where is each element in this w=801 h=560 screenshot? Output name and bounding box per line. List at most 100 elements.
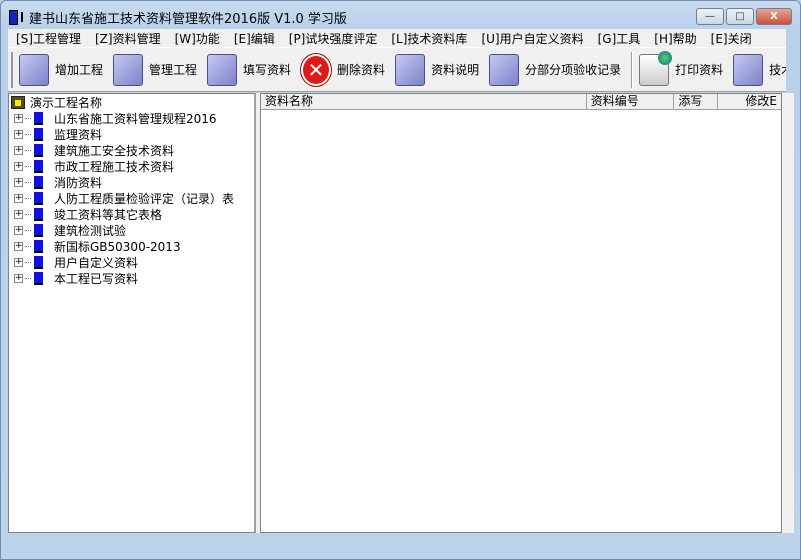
project-tree[interactable]: 演示工程名称 + 山东省施工资料管理规程2016 + 监理资料 + 建筑施工安全技术资料 +… xyxy=(8,93,256,533)
book-icon xyxy=(34,223,43,237)
tree-connector xyxy=(25,261,31,263)
button-label: 分部分项验收记录 xyxy=(525,63,622,77)
book-icon xyxy=(34,143,43,157)
tree-root-label: 演示工程名称 xyxy=(30,95,103,110)
expand-icon[interactable]: + xyxy=(14,273,23,283)
button-label: 技术资 xyxy=(769,63,786,77)
book-icon xyxy=(34,127,43,141)
tree-node[interactable]: + 用户自定义资料 xyxy=(9,254,254,270)
menu-functions[interactable]: [W]功能 xyxy=(167,30,226,47)
expand-icon[interactable]: + xyxy=(14,225,23,235)
tree-node-label: 市政工程施工技术资料 xyxy=(54,159,175,174)
column-header-modified[interactable]: 修改E xyxy=(718,94,781,109)
expand-icon[interactable]: + xyxy=(14,129,23,139)
tree-connector xyxy=(25,197,31,199)
tree-node-label: 山东省施工资料管理规程2016 xyxy=(54,111,217,126)
tree-node-label: 用户自定义资料 xyxy=(54,255,139,270)
project-icon xyxy=(11,95,25,109)
document-info-button[interactable]: 资料说明 xyxy=(395,53,479,86)
tree-node-label: 本工程已写资料 xyxy=(54,271,139,286)
manage-project-button[interactable]: 管理工程 xyxy=(113,53,198,86)
tree-connector xyxy=(25,133,31,135)
tree-node[interactable]: + 山东省施工资料管理规程2016 xyxy=(9,110,254,126)
book-icon xyxy=(34,111,43,125)
tree-connector xyxy=(25,245,31,247)
document-list[interactable]: 资料名称 资料编号 添写 修改E xyxy=(260,93,782,533)
button-label: 打印资料 xyxy=(675,63,724,77)
menu-close[interactable]: [E]关闭 xyxy=(703,30,758,47)
tree-connector xyxy=(25,181,31,183)
expand-icon[interactable]: + xyxy=(14,257,23,267)
title-bar: 建书山东省施工技术资料管理软件2016版 V1.0 学习版 xyxy=(9,7,347,27)
edit-document-icon xyxy=(207,53,238,86)
tree-node[interactable]: + 新国标GB50300-2013 xyxy=(9,238,254,254)
tree-node[interactable]: + 人防工程质量检验评定（记录）表 xyxy=(9,190,254,206)
button-label: 增加工程 xyxy=(55,63,104,77)
add-project-icon xyxy=(19,53,49,86)
expand-icon[interactable]: + xyxy=(14,161,23,171)
tree-node[interactable]: + 建筑施工安全技术资料 xyxy=(9,142,254,158)
expand-icon[interactable]: + xyxy=(14,113,23,123)
delete-document-button[interactable]: ✕ 删除资料 xyxy=(301,53,386,86)
book-icon xyxy=(34,207,43,221)
tree-connector xyxy=(25,213,31,215)
tree-node-label: 新国标GB50300-2013 xyxy=(54,239,181,254)
button-label: 删除资料 xyxy=(337,63,386,77)
expand-icon[interactable]: + xyxy=(14,209,23,219)
book-icon xyxy=(34,239,43,253)
tree-node[interactable]: + 监理资料 xyxy=(9,126,254,142)
list-header: 资料名称 资料编号 添写 修改E xyxy=(261,94,781,110)
menu-documents[interactable]: [Z]资料管理 xyxy=(87,30,167,47)
tree-node-label: 监理资料 xyxy=(54,127,103,142)
expand-icon[interactable]: + xyxy=(14,145,23,155)
toolbar-separator xyxy=(631,51,634,88)
acceptance-record-button[interactable]: 分部分项验收记录 xyxy=(489,53,622,86)
menu-project[interactable]: [S]工程管理 xyxy=(8,30,87,47)
menu-edit[interactable]: [E]编辑 xyxy=(226,30,281,47)
tech-library-icon xyxy=(733,53,764,86)
vertical-scrollbar[interactable] xyxy=(782,93,794,533)
expand-icon[interactable]: + xyxy=(14,241,23,251)
book-icon xyxy=(34,175,43,189)
tree-connector xyxy=(25,165,31,167)
tree-node[interactable]: + 市政工程施工技术资料 xyxy=(9,158,254,174)
minimize-button[interactable]: — xyxy=(696,8,724,25)
tech-library-button[interactable]: 技术资 xyxy=(733,53,786,86)
printer-icon xyxy=(639,50,673,86)
expand-icon[interactable]: + xyxy=(14,193,23,203)
tree-node[interactable]: + 本工程已写资料 xyxy=(9,270,254,286)
tree-node[interactable]: + 消防资料 xyxy=(9,174,254,190)
add-project-button[interactable]: 增加工程 xyxy=(19,53,104,86)
tree-root[interactable]: 演示工程名称 xyxy=(9,94,254,110)
delete-icon: ✕ xyxy=(301,53,332,86)
acceptance-record-icon xyxy=(489,53,520,86)
menu-tools[interactable]: [G]工具 xyxy=(590,30,647,47)
menu-strength[interactable]: [P]试块强度评定 xyxy=(281,30,384,47)
fill-document-button[interactable]: 填写资料 xyxy=(207,53,291,86)
print-button[interactable]: 打印资料 xyxy=(639,50,724,86)
maximize-button[interactable]: □ xyxy=(726,8,754,25)
tree-node-label: 人防工程质量检验评定（记录）表 xyxy=(54,191,235,206)
app-icon-mark xyxy=(21,12,23,22)
tree-node-label: 竣工资料等其它表格 xyxy=(54,207,163,222)
expand-icon[interactable]: + xyxy=(14,177,23,187)
app-icon xyxy=(9,9,18,25)
menu-help[interactable]: [H]帮助 xyxy=(646,30,702,47)
toolbar: 增加工程 管理工程 填写资料 ✕ 删除资料 资料说明 分部分项验收记录 打印资料 … xyxy=(8,47,786,92)
close-button[interactable]: X xyxy=(756,8,792,25)
book-icon xyxy=(34,191,43,205)
column-header-name[interactable]: 资料名称 xyxy=(261,94,587,109)
book-icon xyxy=(34,271,43,285)
tree-node[interactable]: + 竣工资料等其它表格 xyxy=(9,206,254,222)
button-label: 管理工程 xyxy=(149,63,198,77)
menu-tech-library[interactable]: [L]技术资料库 xyxy=(383,30,473,47)
menu-user-defined[interactable]: [U]用户自定义资料 xyxy=(473,30,589,47)
tree-node[interactable]: + 建筑检测试验 xyxy=(9,222,254,238)
toolbar-grip[interactable] xyxy=(11,51,13,88)
tree-node-label: 建筑检测试验 xyxy=(54,223,127,238)
tree-connector xyxy=(25,117,31,119)
tree-connector xyxy=(25,229,31,231)
column-header-number[interactable]: 资料编号 xyxy=(587,94,675,109)
column-header-filled[interactable]: 添写 xyxy=(674,94,719,109)
tree-connector xyxy=(25,149,31,151)
